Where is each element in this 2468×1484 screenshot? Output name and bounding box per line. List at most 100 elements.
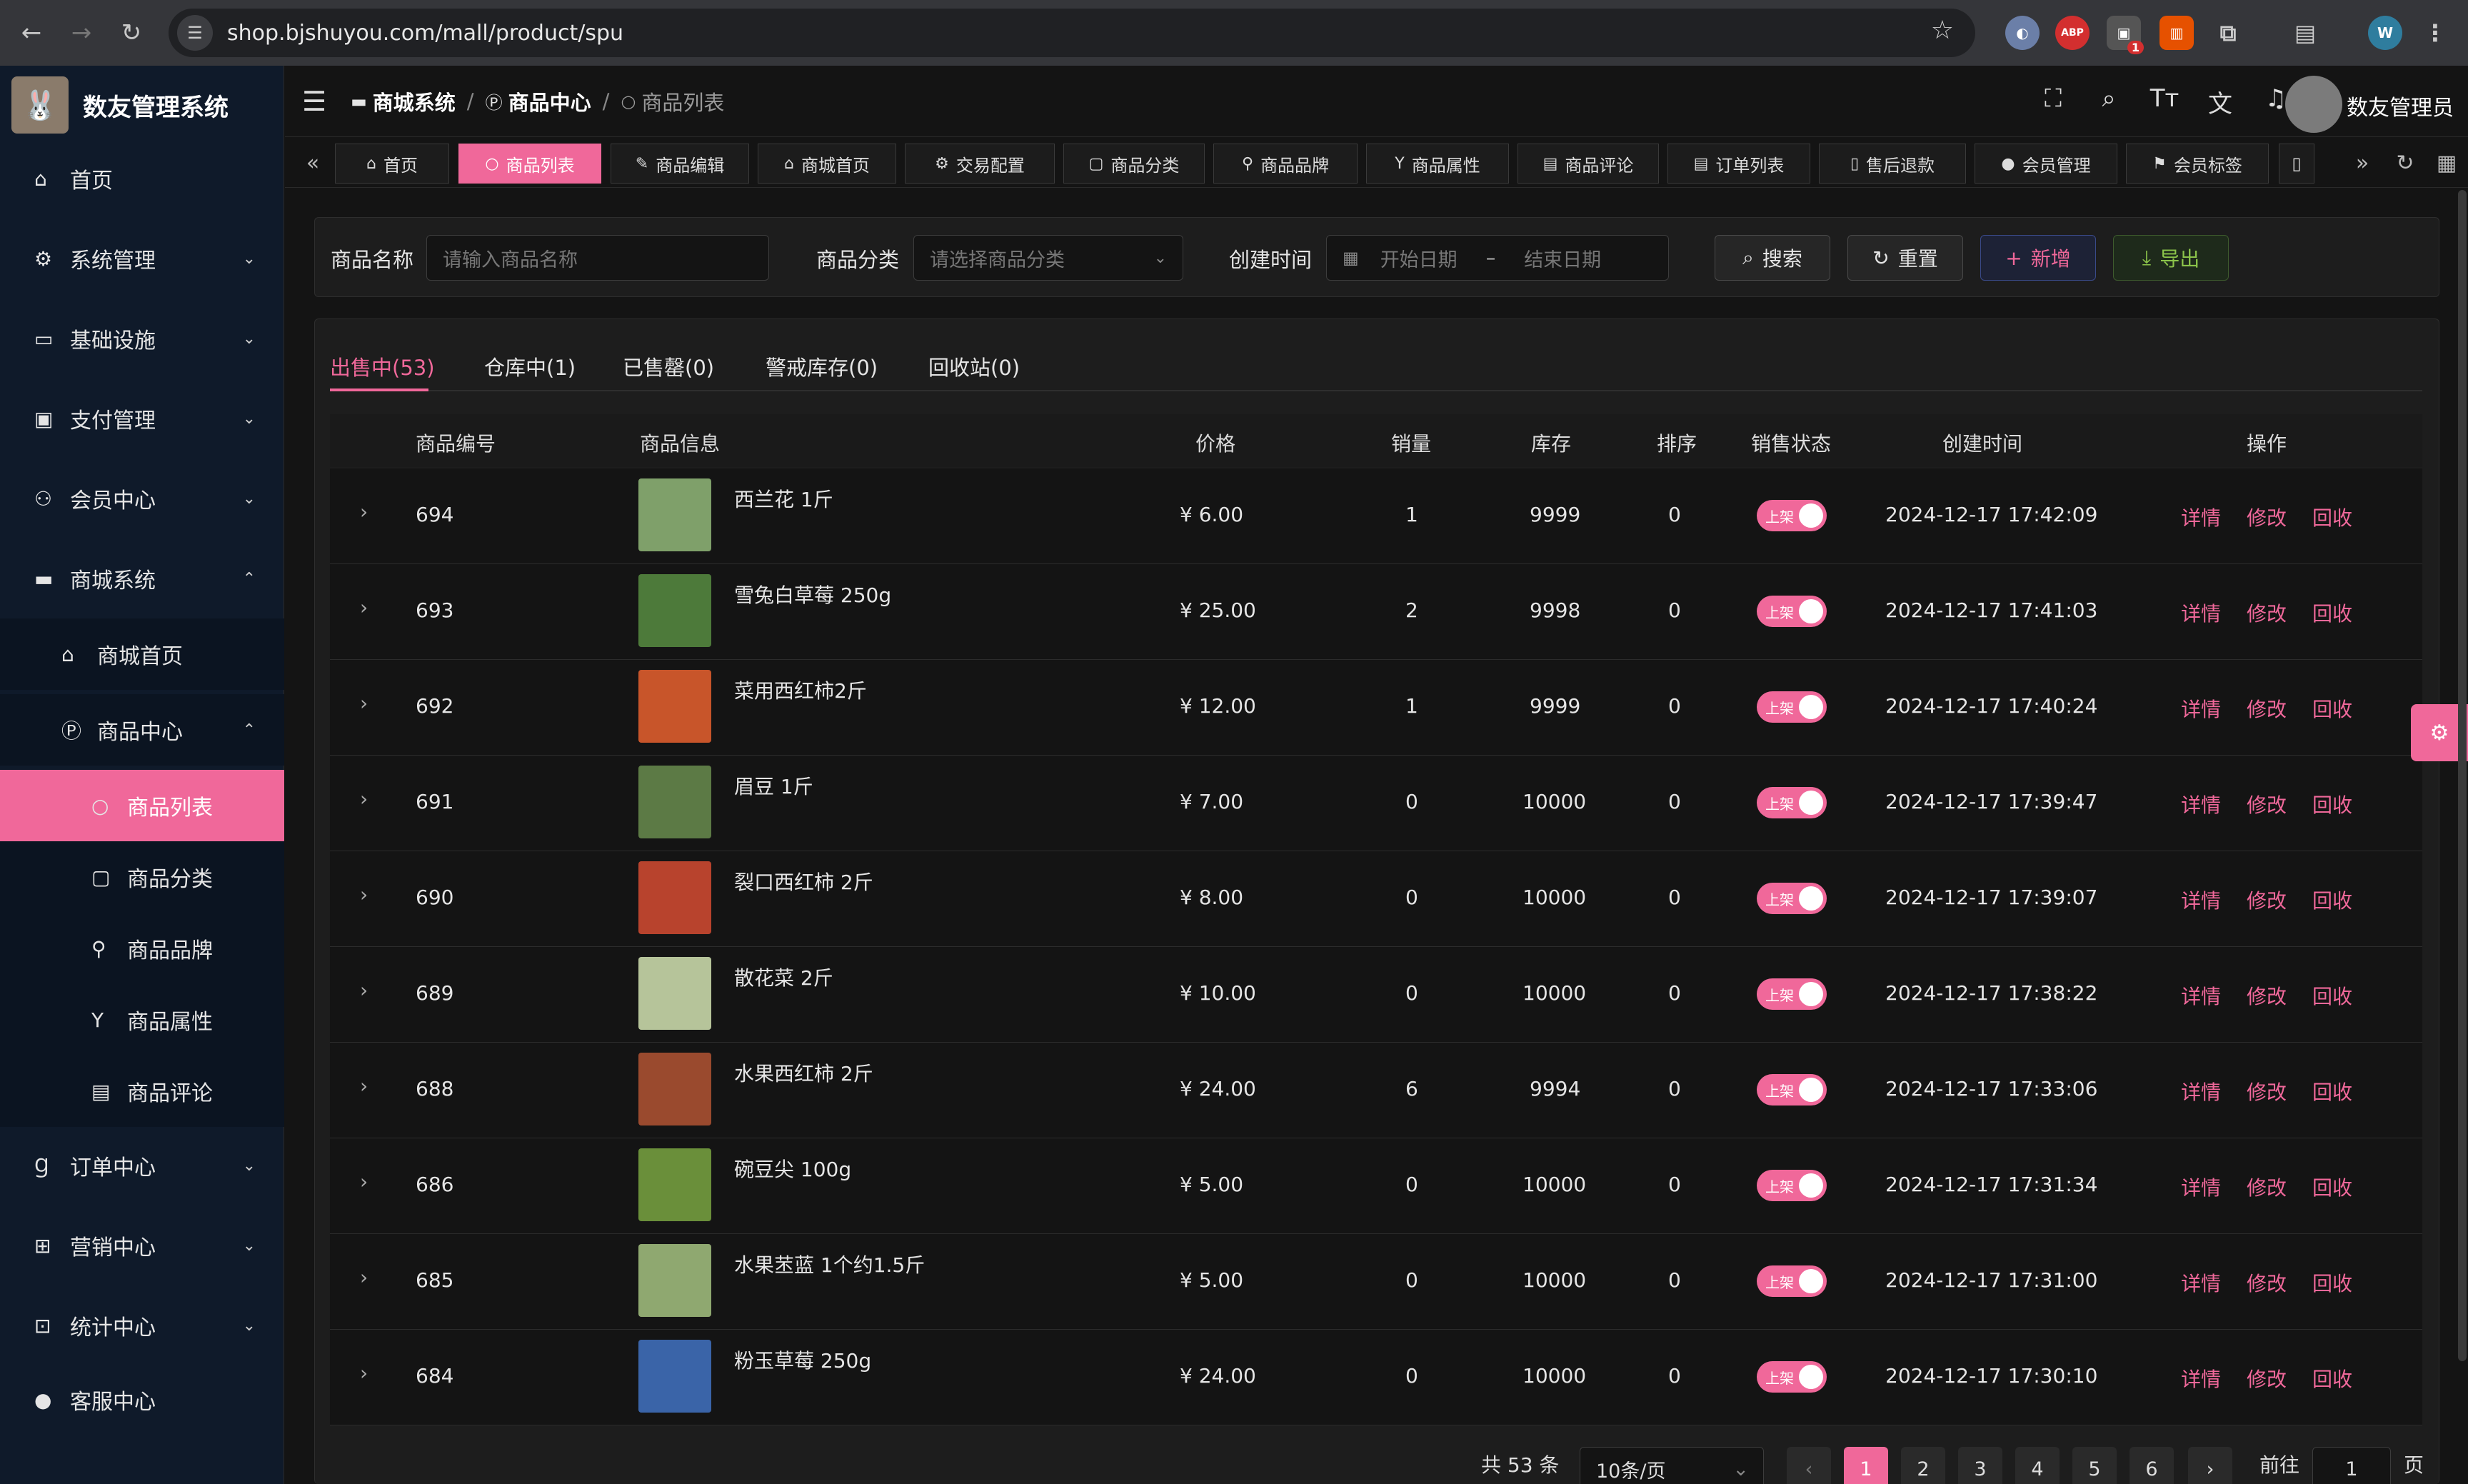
edit-link[interactable]: 修改 [2247,981,2287,1010]
tab-sold-out[interactable]: 已售罄(0) [623,351,714,381]
breadcrumb-item-2[interactable]: 商品中心 [508,86,591,116]
add-button[interactable]: + 新增 [1980,235,2096,281]
sidebar-item-0[interactable]: ⌂ 首页 [0,143,284,214]
chevron-right-icon[interactable]: › [360,1170,368,1193]
recycle-link[interactable]: 回收 [2312,694,2352,723]
sidebar-item-9[interactable]: ▢ 商品分类 [0,841,284,913]
sidebar-item-5[interactable]: ▬ 商城系统 ⌃ [0,543,284,614]
tab-in-warehouse[interactable]: 仓库中(1) [484,351,576,381]
detail-link[interactable]: 详情 [2181,790,2221,818]
start-date-placeholder[interactable]: 开始日期 [1380,244,1458,272]
sale-status-toggle[interactable]: 上架 [1757,1265,1827,1297]
chevron-right-icon[interactable]: › [360,596,368,619]
tag-6[interactable]: ⚲ 商品品牌 [1213,144,1358,184]
translate-icon[interactable]: 文 [2192,84,2248,119]
site-settings-icon[interactable]: ☰ [177,15,213,51]
edit-link[interactable]: 修改 [2247,1364,2287,1393]
chevron-right-icon[interactable]: › [360,883,368,906]
extension-circle-icon[interactable]: ◐ [2005,16,2040,50]
url-text[interactable]: shop.bjshuyou.com/mall/product/spu [227,21,623,46]
bookmark-star-icon[interactable]: ☆ [1931,16,1954,45]
product-category-select[interactable]: 请选择商品分类 ⌄ [913,235,1183,281]
detail-link[interactable]: 详情 [2181,503,2221,531]
sale-status-toggle[interactable]: 上架 [1757,978,1827,1010]
page-button[interactable]: 4 [2015,1447,2060,1484]
avatar[interactable] [2285,76,2342,133]
chevron-right-icon[interactable]: › [360,691,368,715]
edit-link[interactable]: 修改 [2247,503,2287,531]
sale-status-toggle[interactable]: 上架 [1757,691,1827,723]
tag-8[interactable]: ▤ 商品评论 [1518,144,1659,184]
sale-status-toggle[interactable]: 上架 [1757,1170,1827,1201]
recycle-link[interactable]: 回收 [2312,1268,2352,1297]
detail-link[interactable]: 详情 [2181,1364,2221,1393]
sale-status-toggle[interactable]: 上架 [1757,1361,1827,1393]
tag-10[interactable]: ▯ 售后退款 [1819,144,1966,184]
page-button[interactable]: 3 [1958,1447,2002,1484]
sidebar-item-16[interactable]: ● 客服中心 [0,1364,284,1435]
sidebar-item-14[interactable]: ⊞ 营销中心 ⌄ [0,1210,284,1281]
detail-link[interactable]: 详情 [2181,886,2221,914]
goto-page-input[interactable]: 1 [2312,1447,2391,1484]
detail-link[interactable]: 详情 [2181,694,2221,723]
sidebar-item-1[interactable]: ⚙ 系统管理 ⌄ [0,223,284,294]
export-button[interactable]: ⤓ 导出 [2113,235,2229,281]
tags-scroll-right-icon[interactable]: » [2343,145,2382,181]
sale-status-toggle[interactable]: 上架 [1757,883,1827,914]
page-size-select[interactable]: 10条/页 ⌄ [1580,1447,1764,1484]
product-name-input[interactable]: 请输入商品名称 [426,235,769,281]
recycle-link[interactable]: 回收 [2312,1364,2352,1393]
sale-status-toggle[interactable]: 上架 [1757,787,1827,818]
tab-on-sale[interactable]: 出售中(53) [330,351,435,381]
page-button[interactable]: 5 [2072,1447,2117,1484]
sale-status-toggle[interactable]: 上架 [1757,1074,1827,1106]
detail-link[interactable]: 详情 [2181,1268,2221,1297]
adblock-icon[interactable]: ABP [2055,16,2090,50]
end-date-placeholder[interactable]: 结束日期 [1524,244,1601,272]
chart-extension-icon[interactable]: ▥ [2160,16,2194,50]
edit-link[interactable]: 修改 [2247,1173,2287,1201]
chevron-right-icon[interactable]: › [360,1361,368,1385]
sidebar-item-6[interactable]: ⌂ 商城首页 [0,618,284,690]
detail-link[interactable]: 详情 [2181,981,2221,1010]
page-button[interactable]: 6 [2130,1447,2174,1484]
page-button[interactable]: 2 [1901,1447,1945,1484]
tag-5[interactable]: ▢ 商品分类 [1063,144,1205,184]
page-scrollbar[interactable] [2458,190,2467,1361]
back-icon[interactable]: ← [10,11,53,54]
tags-scroll-left-icon[interactable]: « [294,145,332,181]
tag-2[interactable]: ✎ 商品编辑 [611,144,749,184]
extension-badge-icon[interactable]: ▣ 1 [2107,16,2144,54]
date-range-picker[interactable]: ▦ 开始日期 – 结束日期 [1326,235,1669,281]
browser-menu-icon[interactable]: ⋮ [2418,16,2452,50]
detail-link[interactable]: 详情 [2181,598,2221,627]
tag-9[interactable]: ▤ 订单列表 [1667,144,1810,184]
breadcrumb-item-1[interactable]: 商城系统 [373,86,456,116]
edit-link[interactable]: 修改 [2247,598,2287,627]
hamburger-icon[interactable]: ☰ [302,86,326,117]
forward-icon[interactable]: → [60,11,103,54]
tab-menu-icon[interactable]: ▦ [2427,145,2466,181]
chevron-right-icon[interactable]: › [360,500,368,523]
sidebar-item-2[interactable]: ▭ 基础设施 ⌄ [0,303,284,374]
page-button[interactable]: 1 [1844,1447,1888,1484]
tag-partial[interactable]: ▯ [2279,144,2314,184]
edit-link[interactable]: 修改 [2247,1268,2287,1297]
tab-low-stock[interactable]: 警戒库存(0) [766,351,878,381]
recycle-link[interactable]: 回收 [2312,981,2352,1010]
search-button[interactable]: ⌕ 搜索 [1715,235,1830,281]
chevron-right-icon[interactable]: › [360,978,368,1002]
chevron-right-icon[interactable]: › [360,1265,368,1289]
tag-3[interactable]: ⌂ 商城首页 [758,144,896,184]
edit-link[interactable]: 修改 [2247,1077,2287,1106]
sidebar-item-4[interactable]: ⚇ 会员中心 ⌄ [0,463,284,534]
sidebar-item-15[interactable]: ⊡ 统计中心 ⌄ [0,1290,284,1361]
sidebar-item-13[interactable]: Ɡ 订单中心 ⌄ [0,1130,284,1201]
tag-7[interactable]: Y 商品属性 [1366,144,1509,184]
address-bar[interactable]: ☰ shop.bjshuyou.com/mall/product/spu ☆ [169,9,1975,57]
tag-4[interactable]: ⚙ 交易配置 [905,144,1055,184]
username[interactable]: 数友管理员 [2347,90,2454,121]
detail-link[interactable]: 详情 [2181,1173,2221,1201]
recycle-link[interactable]: 回收 [2312,503,2352,531]
recycle-link[interactable]: 回收 [2312,1173,2352,1201]
